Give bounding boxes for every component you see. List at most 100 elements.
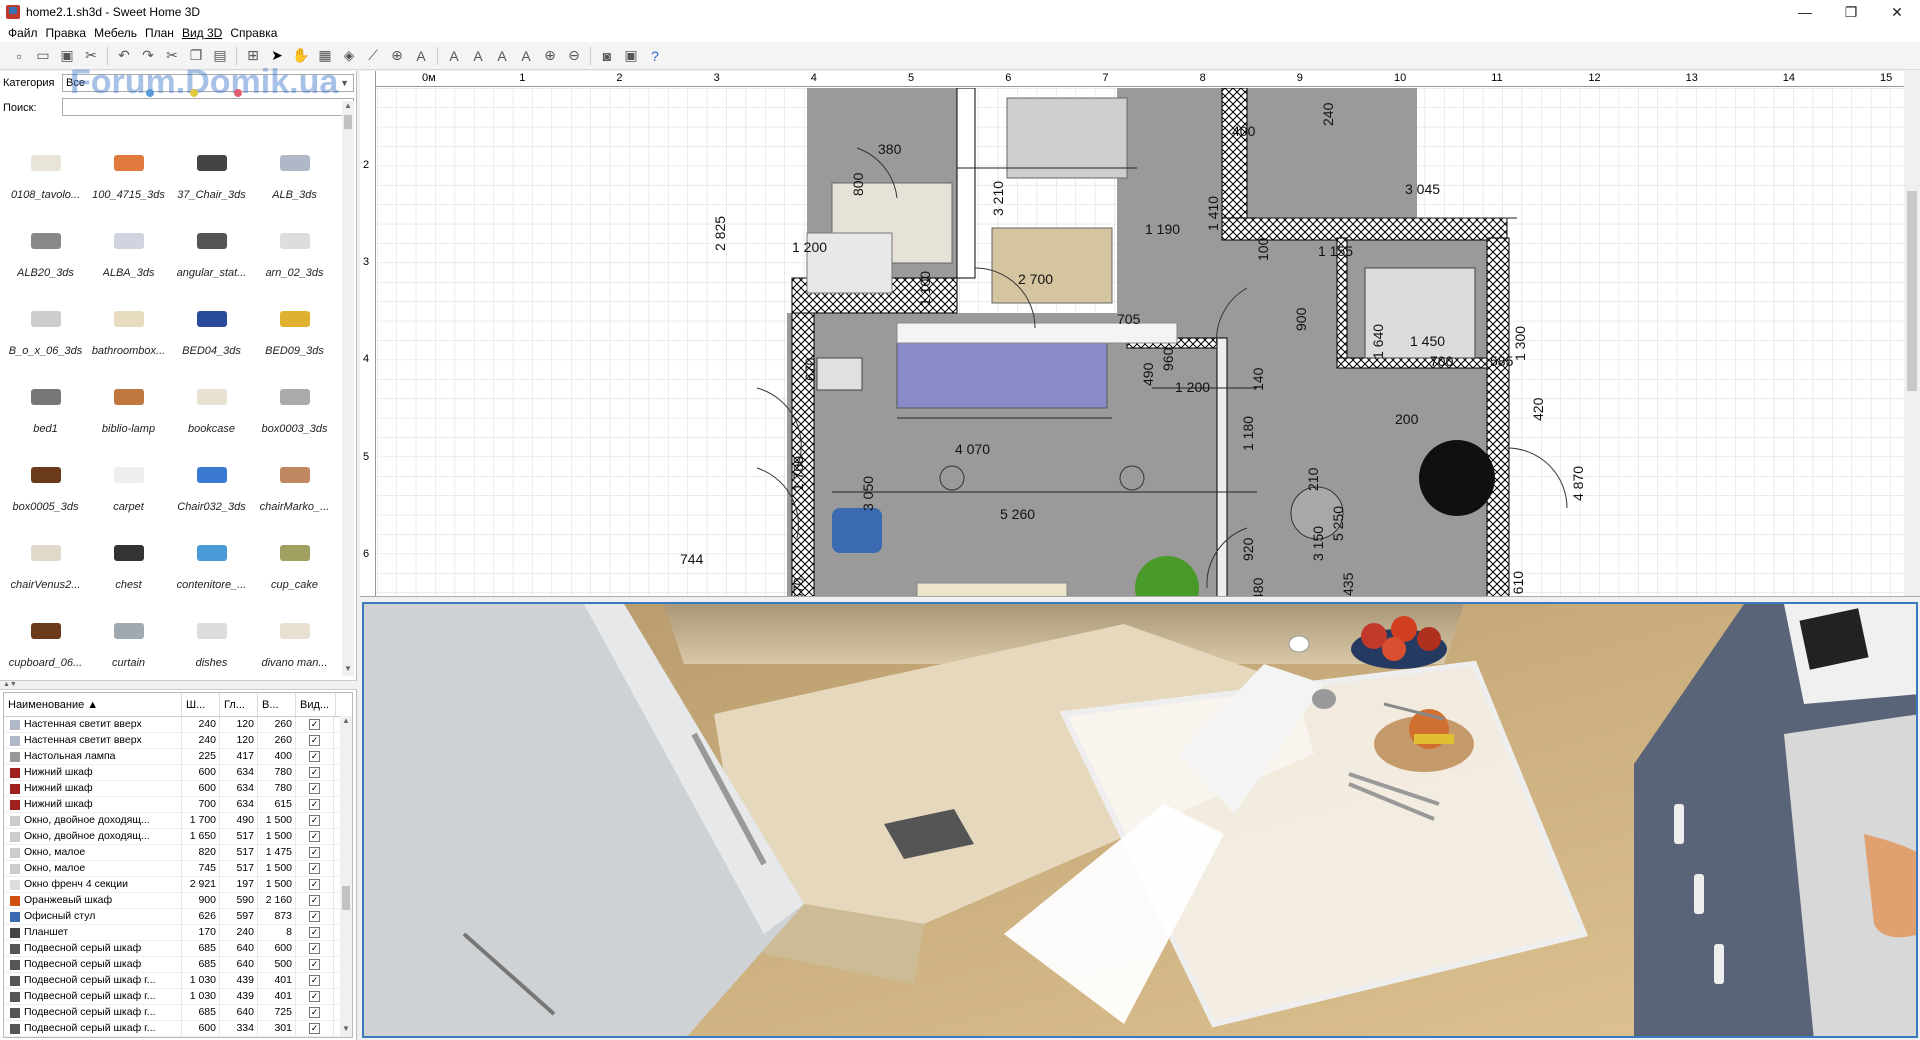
3d-view[interactable]	[362, 602, 1918, 1038]
dimension-label[interactable]: 480	[1250, 578, 1266, 596]
dimension-label[interactable]: 1 450	[1410, 333, 1445, 349]
dimension-label[interactable]: 3 610	[1510, 571, 1526, 596]
visible-checkbox[interactable]: ✓	[309, 831, 320, 842]
new-file-icon[interactable]: ▫	[8, 45, 30, 67]
visible-checkbox[interactable]: ✓	[309, 927, 320, 938]
catalog-item[interactable]: arn_02_3ds	[253, 205, 336, 283]
visible-checkbox[interactable]: ✓	[309, 735, 320, 746]
dimension-label[interactable]: 3 210	[990, 181, 1006, 216]
table-row[interactable]: Планшет 170 240 8 ✓	[4, 925, 352, 941]
column-visible-header[interactable]: Вид...	[296, 693, 336, 716]
catalog-item[interactable]: BED09_3ds	[253, 283, 336, 361]
visible-checkbox[interactable]: ✓	[309, 783, 320, 794]
catalog-item[interactable]: box0003_3ds	[253, 361, 336, 439]
dimension-label[interactable]: 140	[1250, 368, 1266, 391]
menu-furniture[interactable]: Мебель	[90, 26, 141, 40]
dimension-label[interactable]: 744	[680, 551, 703, 567]
zoom-out-icon[interactable]: ⊖	[563, 45, 585, 67]
dimension-label[interactable]: 200	[1395, 411, 1418, 427]
column-height-header[interactable]: В...	[258, 693, 296, 716]
dimension-label[interactable]: 400	[1232, 123, 1255, 139]
visible-checkbox[interactable]: ✓	[309, 911, 320, 922]
table-row[interactable]: Настольная лампа 225 417 400 ✓	[4, 749, 352, 765]
catalog-item[interactable]: 37_Chair_3ds	[170, 127, 253, 205]
dimension-label[interactable]: 700	[1430, 353, 1453, 369]
dimension-label[interactable]: 3 045	[1405, 181, 1440, 197]
table-row[interactable]: Подвесной серый шкаф 685 640 500 ✓	[4, 957, 352, 973]
catalog-item[interactable]: cup_cake	[253, 517, 336, 595]
dimension-label[interactable]: 1 410	[1205, 196, 1221, 231]
text-style-icon[interactable]: A	[443, 45, 465, 67]
catalog-item[interactable]: ALB_3ds	[253, 127, 336, 205]
table-row[interactable]: Окно, малое 745 517 1 500 ✓	[4, 861, 352, 877]
catalog-item[interactable]: angular_stat...	[170, 205, 253, 283]
table-row[interactable]: Окно, двойное доходящ... 1 650 517 1 500 ✓	[4, 829, 352, 845]
plan-drawing[interactable]	[377, 88, 1907, 596]
catalog-item[interactable]: B_o_x_06_3ds	[4, 283, 87, 361]
catalog-item[interactable]: box0005_3ds	[4, 439, 87, 517]
dimension-label[interactable]: 670	[802, 358, 818, 381]
table-row[interactable]: Нижний шкаф 700 634 615 ✓	[4, 797, 352, 813]
create-video-icon[interactable]: ▣	[620, 45, 642, 67]
catalog-item[interactable]: carpet	[87, 439, 170, 517]
catalog-item[interactable]: bookcase	[170, 361, 253, 439]
table-row[interactable]: Подвесной серый шкаф 685 640 600 ✓	[4, 941, 352, 957]
dimension-label[interactable]: 5 260	[1000, 506, 1035, 522]
dimension-label[interactable]: 1 700	[790, 456, 806, 491]
dimension-label[interactable]: 240	[1320, 103, 1336, 126]
dimension-label[interactable]: 210	[1305, 468, 1321, 491]
menu-file[interactable]: Файл	[4, 26, 42, 40]
catalog-item[interactable]: contenitore_...	[170, 517, 253, 595]
catalog-scrollbar[interactable]: ▲ ▼	[342, 101, 354, 676]
table-row[interactable]: Офисный стул 626 597 873 ✓	[4, 909, 352, 925]
dimension-label[interactable]: 2 700	[1018, 271, 1053, 287]
plan-scrollbar[interactable]	[1904, 71, 1920, 596]
plan-view[interactable]: 0м 1 2 3 4 5 6 7 8 9 10 11 12 13 14 15 23456 2 825 800 38…	[360, 71, 1920, 596]
dimension-label[interactable]: 2 825	[712, 216, 728, 251]
dimension-label[interactable]: 1 300	[1512, 326, 1528, 361]
catalog-item[interactable]: ALBA_3ds	[87, 205, 170, 283]
catalog-item[interactable]: curtain	[87, 595, 170, 673]
visible-checkbox[interactable]: ✓	[309, 751, 320, 762]
scroll-thumb[interactable]	[1907, 191, 1917, 391]
visible-checkbox[interactable]: ✓	[309, 943, 320, 954]
catalog-item[interactable]: BED04_3ds	[170, 283, 253, 361]
table-row[interactable]: Подвесной серый шкаф г... 685 640 725 ✓	[4, 1005, 352, 1021]
table-row[interactable]: Оранжевый шкаф 900 590 2 160 ✓	[4, 893, 352, 909]
dimension-label[interactable]: 1 155	[1318, 243, 1353, 259]
table-row[interactable]: Настенная светит вверх 240 120 260 ✓	[4, 733, 352, 749]
create-rooms-icon[interactable]: ◈	[338, 45, 360, 67]
dimension-label[interactable]: 1 200	[1175, 379, 1210, 395]
dimension-label[interactable]: 380	[878, 141, 901, 157]
dimension-label[interactable]: 670	[790, 578, 806, 596]
create-dimensions-icon[interactable]: ⊕	[386, 45, 408, 67]
catalog-item[interactable]: 100_4715_3ds	[87, 127, 170, 205]
catalog-item[interactable]: dishes	[170, 595, 253, 673]
table-row[interactable]: Подвесной серый шкаф г... 600 334 301 ✓	[4, 1021, 352, 1037]
create-photo-icon[interactable]: ◙	[596, 45, 618, 67]
text-style-icon[interactable]: A	[467, 45, 489, 67]
table-row[interactable]: Окно френч 4 секции 2 921 197 1 500 ✓	[4, 877, 352, 893]
dimension-label[interactable]: 4 070	[955, 441, 990, 457]
maximize-button[interactable]: ❐	[1828, 0, 1874, 24]
scroll-up-icon[interactable]: ▲	[340, 716, 352, 728]
3d-scene[interactable]	[364, 604, 1918, 1038]
visible-checkbox[interactable]: ✓	[309, 767, 320, 778]
menu-plan[interactable]: План	[141, 26, 178, 40]
catalog-item[interactable]: bed1	[4, 361, 87, 439]
dimension-label[interactable]: 1 640	[1370, 324, 1386, 359]
dimension-label[interactable]: 705	[1117, 311, 1140, 327]
scroll-down-icon[interactable]: ▼	[340, 1024, 352, 1036]
visible-checkbox[interactable]: ✓	[309, 719, 320, 730]
dimension-label[interactable]: 5 250	[1330, 506, 1346, 541]
table-row[interactable]: Окно, двойное доходящ... 1 700 490 1 500 ✓	[4, 813, 352, 829]
add-text-icon[interactable]: A	[410, 45, 432, 67]
table-row[interactable]: Настенная светит вверх 240 120 260 ✓	[4, 717, 352, 733]
table-row[interactable]: Подвесной серый шкаф г... 1 030 439 401 ✓	[4, 989, 352, 1005]
dimension-label[interactable]: 3 150	[1310, 526, 1326, 561]
dimension-label[interactable]: 100	[1255, 238, 1271, 261]
column-width-header[interactable]: Ш...	[182, 693, 220, 716]
dimension-label[interactable]: 1 200	[792, 239, 827, 255]
visible-checkbox[interactable]: ✓	[309, 799, 320, 810]
dimension-label[interactable]: 420	[1530, 398, 1546, 421]
